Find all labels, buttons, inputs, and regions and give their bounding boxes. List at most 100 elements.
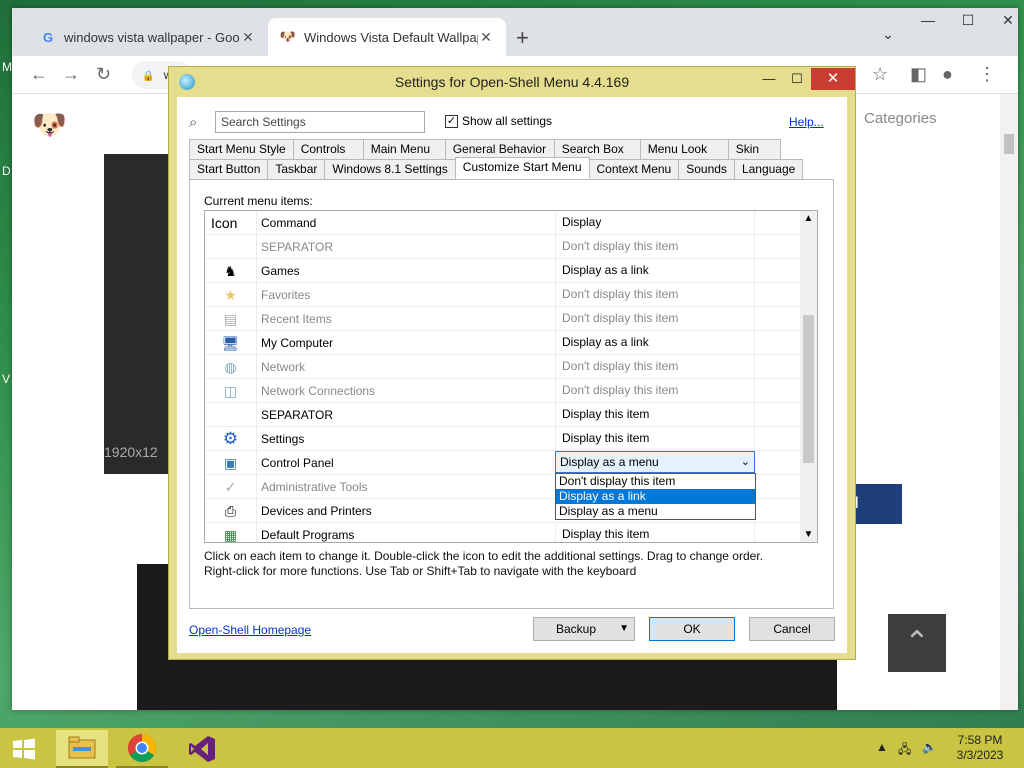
item-display[interactable]: Don't display this item: [555, 307, 755, 331]
printer-icon[interactable]: ⎙: [205, 499, 257, 523]
tab-language[interactable]: Language: [733, 159, 804, 179]
tab-controls[interactable]: Controls: [292, 139, 364, 159]
search-input[interactable]: Search Settings: [215, 111, 425, 133]
clock[interactable]: 7:58 PM 3/3/2023: [948, 733, 1012, 763]
menu-items-list[interactable]: Icon Command Display SEPARATOR Don't dis…: [204, 210, 818, 543]
list-item[interactable]: ◫ Network Connections Don't display this…: [205, 379, 801, 403]
list-item[interactable]: SEPARATOR Display this item: [205, 403, 801, 427]
close-tab-icon[interactable]: ✕: [478, 29, 494, 46]
profile-icon[interactable]: ●: [942, 64, 953, 85]
close-window-icon[interactable]: ✕: [988, 12, 1024, 29]
cancel-button[interactable]: Cancel: [749, 617, 835, 641]
network-tray-icon[interactable]: 🖧: [898, 740, 911, 761]
computer-icon[interactable]: 🖥: [205, 331, 257, 355]
tab-general-behavior[interactable]: General Behavior: [444, 139, 555, 159]
visual-studio-icon[interactable]: [176, 730, 228, 768]
close-tab-icon[interactable]: ✕: [240, 29, 256, 46]
tab-windows81-settings[interactable]: Windows 8.1 Settings: [324, 159, 456, 179]
recent-items-icon[interactable]: ▤: [205, 307, 257, 331]
tab-sounds[interactable]: Sounds: [678, 159, 735, 179]
page-scrollbar[interactable]: [1000, 94, 1018, 710]
scroll-thumb[interactable]: [1004, 134, 1014, 154]
backup-button[interactable]: Backup ▼: [533, 617, 635, 641]
list-item[interactable]: 🖥 My Computer Display as a link: [205, 331, 801, 355]
maximize-icon[interactable]: ☐: [948, 12, 988, 29]
list-item[interactable]: ⚙ Settings Display this item: [205, 427, 801, 451]
dropdown-option[interactable]: Display as a menu: [556, 504, 755, 519]
dialog-titlebar[interactable]: Settings for Open-Shell Menu 4.4.169 — ☐…: [169, 67, 855, 97]
item-display[interactable]: Don't display this item: [555, 283, 755, 307]
tab-search-box[interactable]: Search Box: [553, 139, 641, 159]
browser-tab-google[interactable]: G windows vista wallpaper - Googl ✕: [28, 18, 268, 56]
admin-tools-icon[interactable]: ✓: [205, 475, 257, 499]
reload-icon[interactable]: ↻: [96, 64, 111, 85]
homepage-link[interactable]: Open-Shell Homepage: [189, 623, 311, 637]
close-icon[interactable]: ✕: [811, 68, 855, 90]
chrome-icon[interactable]: [116, 730, 168, 768]
item-display[interactable]: Display this item: [555, 403, 755, 427]
file-explorer-icon[interactable]: [56, 730, 108, 768]
list-item[interactable]: ▤ Recent Items Don't display this item: [205, 307, 801, 331]
default-programs-icon[interactable]: ▦: [205, 523, 257, 542]
item-display[interactable]: Display this item: [555, 523, 755, 542]
star-icon[interactable]: ★: [205, 283, 257, 307]
tab-start-menu-style[interactable]: Start Menu Style: [189, 139, 294, 159]
help-link[interactable]: Help...: [789, 115, 824, 129]
new-tab-icon[interactable]: +: [516, 25, 529, 51]
menu-kebab-icon[interactable]: ⋮: [978, 64, 996, 85]
item-display[interactable]: Display as a link: [555, 259, 755, 283]
tab-skin[interactable]: Skin: [727, 139, 781, 159]
column-header-command[interactable]: Command: [261, 216, 316, 230]
item-display[interactable]: Don't display this item: [555, 379, 755, 403]
scroll-thumb[interactable]: [803, 315, 814, 463]
minimize-icon[interactable]: —: [908, 12, 948, 28]
checkbox-checked-icon[interactable]: ✓: [445, 114, 458, 128]
display-dropdown[interactable]: Display as a menu ⌄: [555, 451, 755, 473]
item-display[interactable]: Display as a link: [555, 331, 755, 355]
network-connections-icon[interactable]: ◫: [205, 379, 257, 403]
tab-taskbar[interactable]: Taskbar: [267, 159, 326, 179]
list-item[interactable]: ★ Favorites Don't display this item: [205, 283, 801, 307]
games-icon[interactable]: ♞: [205, 259, 257, 283]
start-button[interactable]: [0, 730, 48, 768]
volume-icon[interactable]: 🔈: [922, 740, 937, 754]
column-header-icon[interactable]: Icon: [205, 211, 257, 235]
show-hidden-icons-icon[interactable]: ▲: [876, 740, 888, 754]
list-scrollbar[interactable]: ▲ ▼: [800, 211, 817, 542]
chevron-down-icon[interactable]: ⌄: [741, 452, 750, 472]
list-item[interactable]: ♞ Games Display as a link: [205, 259, 801, 283]
list-item[interactable]: SEPARATOR Don't display this item: [205, 235, 801, 259]
list-item[interactable]: ◍ Network Don't display this item: [205, 355, 801, 379]
column-header-display[interactable]: Display: [555, 211, 755, 235]
control-panel-icon[interactable]: ▣: [205, 451, 257, 475]
ok-button[interactable]: OK: [649, 617, 735, 641]
dropdown-option[interactable]: Don't display this item: [556, 474, 755, 489]
dropdown-option-selected[interactable]: Display as a link: [556, 489, 755, 504]
browser-tab-wallpaper[interactable]: 🐶 Windows Vista Default Wallpape ✕: [268, 18, 506, 56]
item-display[interactable]: Don't display this item: [555, 235, 755, 259]
scroll-down-icon[interactable]: ▼: [800, 529, 817, 540]
categories-menu[interactable]: Categories: [864, 110, 937, 127]
show-all-settings-checkbox[interactable]: ✓ Show all settings: [445, 114, 552, 128]
dialog-client: ⌕ Search Settings ✓ Show all settings He…: [177, 97, 847, 653]
tab-context-menu[interactable]: Context Menu: [588, 159, 680, 179]
maximize-icon[interactable]: ☐: [783, 69, 811, 91]
minimize-icon[interactable]: —: [755, 69, 783, 91]
tab-start-button[interactable]: Start Button: [189, 159, 269, 179]
side-panel-icon[interactable]: ◧: [910, 64, 927, 85]
forward-icon[interactable]: →: [62, 64, 80, 85]
item-display[interactable]: Don't display this item: [555, 355, 755, 379]
item-display[interactable]: Display this item: [555, 427, 755, 451]
scroll-to-top-icon[interactable]: ⌃: [888, 614, 946, 672]
back-icon[interactable]: ←: [30, 64, 48, 85]
network-icon[interactable]: ◍: [205, 355, 257, 379]
gear-icon[interactable]: ⚙: [205, 427, 257, 451]
tab-main-menu[interactable]: Main Menu: [362, 139, 446, 159]
bookmark-star-icon[interactable]: ☆: [872, 64, 888, 85]
scroll-up-icon[interactable]: ▲: [800, 213, 817, 224]
tab-customize-start-menu[interactable]: Customize Start Menu: [454, 157, 590, 179]
list-item[interactable]: ▦ Default Programs Display this item: [205, 523, 801, 542]
tab-search-icon[interactable]: ⌄: [868, 26, 908, 43]
tab-menu-look[interactable]: Menu Look: [639, 139, 729, 159]
site-logo-icon[interactable]: 🐶: [32, 108, 67, 141]
